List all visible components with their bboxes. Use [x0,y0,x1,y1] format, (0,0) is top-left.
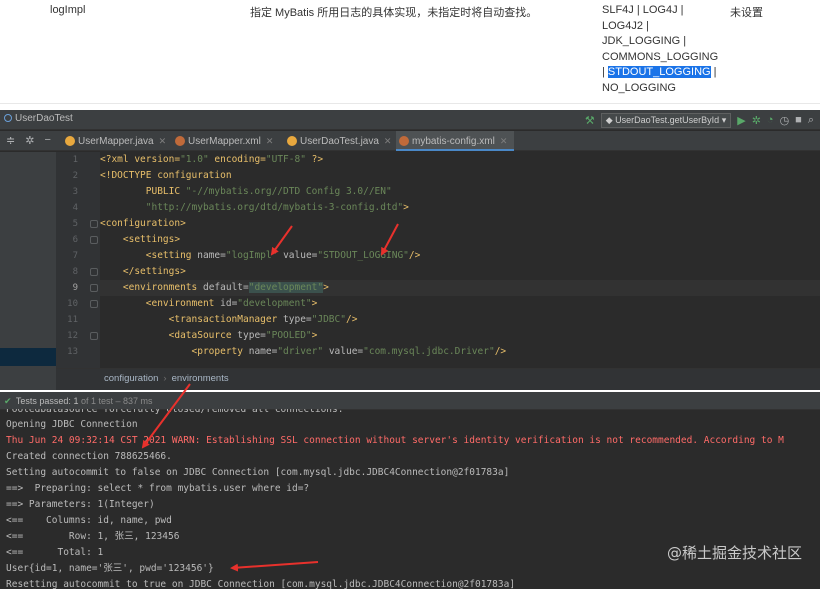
setting-name-cell: logImpl [50,4,86,16]
stop-icon[interactable]: ■ [795,114,802,126]
console-line-cut: Pooledbatasource forcefully closed/remov… [6,409,344,415]
code-editor[interactable]: <?xml version="1.0" encoding="UTF-8" ?> … [100,152,820,368]
run-icon[interactable]: ▶ [737,114,745,127]
console-line: ==> Parameters: 1(Integer) [6,499,155,510]
watermark: @稀土掘金技术社区 [666,544,802,562]
code-line: "http://mybatis.org/dtd/mybatis-3-config… [145,202,409,213]
console-line: ==> Preparing: select * from mybatis.use… [6,483,310,494]
code-line: <?xml version="1.0" encoding="UTF-8" ?> [100,154,324,165]
code-line: <property name="driver" value="com.mysql… [191,346,507,357]
xml-file-icon [175,136,185,146]
tab-usermapper-xml[interactable]: UserMapper.xml ✕ [172,131,273,151]
project-panel-selection [0,348,56,366]
fold-icon[interactable] [90,236,98,244]
console-line: <== Columns: id, name, pwd [6,515,172,526]
project-icon [4,114,12,122]
profile-icon[interactable]: ◷ [780,114,790,127]
close-icon[interactable]: ✕ [384,136,392,146]
console-line-result: User{id=1, name='张三', pwd='123456'} [6,563,214,574]
tab-tools: ≑ ✲ − [6,134,51,147]
check-icon: ✔ [4,396,12,406]
tab-userdaotest-java[interactable]: UserDaoTest.java ✕ [284,131,391,151]
project-panel[interactable] [0,152,56,390]
close-icon[interactable]: ✕ [159,136,167,146]
coverage-icon[interactable]: ◔ [767,114,774,126]
editor-tab-bar: ≑ ✲ − UserMapper.java ✕ UserMapper.xml ✕ U… [0,131,820,151]
close-icon[interactable]: ✕ [266,136,274,146]
fold-icon[interactable] [90,300,98,308]
selected-text-stdout-logging[interactable]: STDOUT_LOGGING [607,66,711,78]
code-line: <dataSource type="POOLED"> [168,330,318,341]
console-line: Opening JDBC Connection [6,419,138,430]
code-line-current: <environments default="development"> [100,280,820,296]
fold-icon[interactable] [90,220,98,228]
minimize-icon[interactable]: − [44,134,50,147]
fold-icon[interactable] [90,268,98,276]
test-status-bar: ✔ Tests passed: 1 of 1 test – 837 ms [0,392,820,410]
breadcrumb-item[interactable]: configuration [104,373,158,384]
tab-mybatis-config-xml[interactable]: mybatis-config.xml ✕ [396,131,514,151]
code-line: </settings> [122,266,186,277]
console-line-warn: Thu Jun 24 09:32:14 CST 2021 WARN: Estab… [6,435,784,446]
java-file-icon [65,136,75,146]
ide-window: UserDaoTest ⚒ ◆ UserDaoTest.getUserById … [0,110,820,390]
run-config-select[interactable]: ◆ UserDaoTest.getUserById ▾ [600,112,732,128]
xml-file-icon [399,136,409,146]
ide-title-bar: UserDaoTest ⚒ ◆ UserDaoTest.getUserById … [0,110,820,130]
setting-description-cell: 指定 MyBatis 所用日志的具体实现，未指定时将自动查找。 [250,7,538,19]
breadcrumb-item[interactable]: environments [172,373,229,384]
breadcrumb: configuration › environments [56,368,820,390]
code-line: <transactionManager type="JDBC"/> [168,314,358,325]
hammer-icon[interactable]: ⚒ [585,114,595,127]
console-line: Setting autocommit to false on JDBC Conn… [6,467,510,478]
valid-values-cell: SLF4J | LOG4J | LOG4J2 | JDK_LOGGING | C… [602,4,719,94]
project-title[interactable]: UserDaoTest [4,113,73,124]
code-line: <settings> [122,234,181,245]
toolbar-right: ⚒ ◆ UserDaoTest.getUserById ▾ ▶ ✲ ◔ ◷ ■ … [585,112,814,128]
console-line: Resetting autocommit to true on JDBC Con… [6,579,516,589]
gear-icon[interactable]: ✲ [25,134,34,147]
code-line-setting: <setting name="logImpl" value="STDOUT_LO… [145,250,421,261]
search-icon[interactable]: ⌕ [808,114,814,127]
java-file-icon [287,136,297,146]
close-icon[interactable]: ✕ [500,136,508,146]
console-line: Created connection 788625466. [6,451,172,462]
line-number-gutter: 1 2 3 4 5 6 7 8 9 10 11 12 13 [56,152,100,368]
default-value-cell: 未设置 [730,7,763,19]
code-line: <environment id="development"> [145,298,318,309]
run-console: ✔ Tests passed: 1 of 1 test – 837 ms Poo… [0,392,820,589]
code-line: <!DOCTYPE configuration [100,170,232,181]
fold-icon[interactable] [90,332,98,340]
chevron-right-icon: › [163,373,167,384]
tab-usermapper-java[interactable]: UserMapper.java ✕ [62,131,166,151]
code-line: PUBLIC "-//mybatis.org//DTD Config 3.0//… [100,186,392,197]
expand-icon[interactable]: ≑ [6,134,15,147]
doc-settings-table: logImpl 指定 MyBatis 所用日志的具体实现，未指定时将自动查找。 … [0,0,820,104]
code-line: <configuration> [100,218,186,229]
fold-icon[interactable] [90,284,98,292]
debug-icon[interactable]: ✲ [752,114,761,127]
